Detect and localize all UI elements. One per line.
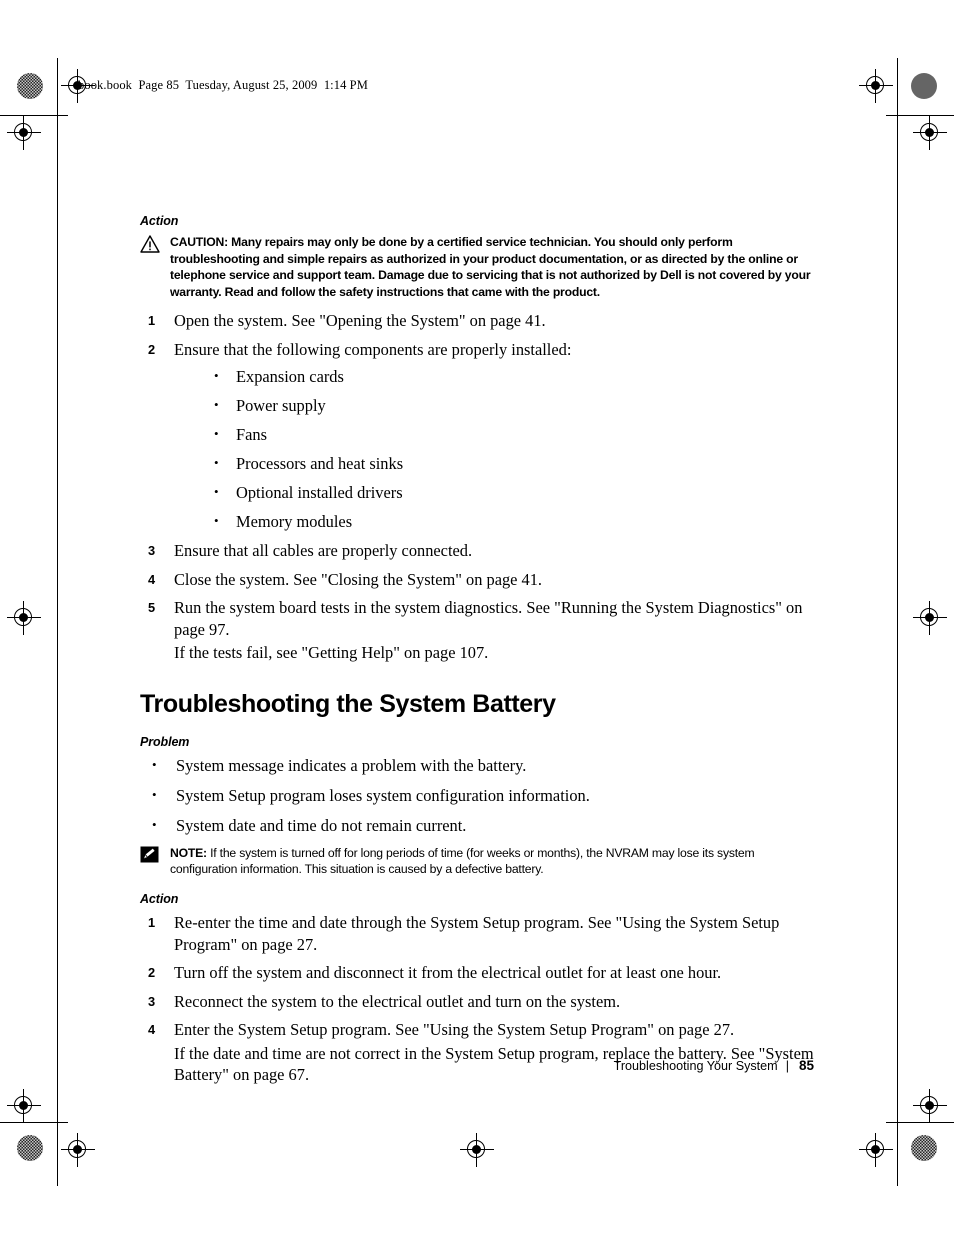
footer-separator: | xyxy=(785,1059,789,1073)
caution-body: Many repairs may only be done by a certi… xyxy=(170,235,811,299)
step-text: Ensure that all cables are properly conn… xyxy=(174,541,473,561)
step-text: Open the system. See "Opening the System… xyxy=(174,311,546,331)
step-text: Close the system. See "Closing the Syste… xyxy=(174,569,543,589)
list-item: Memory modules xyxy=(174,510,815,532)
slugline: book.book Page 85 Tuesday, August 25, 20… xyxy=(78,78,368,92)
page-footer: Troubleshooting Your System | 85 xyxy=(140,1058,814,1073)
action-heading-bottom: Action xyxy=(140,892,179,907)
note-text: NOTE: If the system is turned off for lo… xyxy=(170,845,815,878)
note-body: If the system is turned off for long per… xyxy=(170,845,755,877)
step-item: 1 Re-enter the time and date through the… xyxy=(140,912,815,955)
step-number: 3 xyxy=(148,993,156,1009)
list-item: System message indicates a problem with … xyxy=(140,754,815,776)
step-number: 1 xyxy=(148,313,156,329)
list-item: Processors and heat sinks xyxy=(174,452,815,474)
list-item: Expansion cards xyxy=(174,365,815,387)
step-item: 3 Ensure that all cables are properly co… xyxy=(140,540,815,562)
step-followup-text: If the tests fail, see "Getting Help" on… xyxy=(174,643,489,663)
list-item: Optional installed drivers xyxy=(174,481,815,503)
footer-page-number: 85 xyxy=(798,1058,814,1073)
note-admonition: NOTE: If the system is turned off for lo… xyxy=(140,845,815,878)
component-bullet-list: Expansion cards Power supply Fans Proces… xyxy=(174,365,815,532)
step-text: Turn off the system and disconnect it fr… xyxy=(174,963,722,983)
step-text: Ensure that the following components are… xyxy=(174,339,572,359)
step-number: 2 xyxy=(148,341,156,357)
problem-heading: Problem xyxy=(140,734,190,749)
step-item: 3 Reconnect the system to the electrical… xyxy=(140,991,815,1013)
caution-keyword: CAUTION: xyxy=(170,235,228,249)
page-title: Troubleshooting the System Battery xyxy=(140,689,556,718)
list-item: Power supply xyxy=(174,394,815,416)
step-text: Run the system board tests in the system… xyxy=(174,598,803,639)
problem-bullet-list: System message indicates a problem with … xyxy=(140,754,815,836)
footer-chapter: Troubleshooting Your System xyxy=(613,1059,778,1073)
action-heading-top: Action xyxy=(140,214,179,228)
caution-admonition: CAUTION: Many repairs may only be done b… xyxy=(140,234,815,300)
step-text: Reconnect the system to the electrical o… xyxy=(174,991,621,1011)
action-step-list-top: 1 Open the system. See "Opening the Syst… xyxy=(140,310,815,664)
list-item: System Setup program loses system config… xyxy=(140,784,815,806)
step-text: Enter the System Setup program. See "Usi… xyxy=(174,1020,735,1040)
step-number: 3 xyxy=(148,543,156,559)
note-keyword: NOTE: xyxy=(170,845,207,860)
step-number: 1 xyxy=(148,915,156,931)
list-item: System date and time do not remain curre… xyxy=(140,814,815,836)
step-number: 5 xyxy=(148,600,156,616)
step-item: 1 Open the system. See "Opening the Syst… xyxy=(140,310,815,332)
caution-text: CAUTION: Many repairs may only be done b… xyxy=(170,234,815,300)
page-content: Action CAUTION: Many repairs may only be… xyxy=(140,214,815,1093)
step-item: 5 Run the system board tests in the syst… xyxy=(140,597,815,664)
step-number: 4 xyxy=(148,571,156,587)
step-item: 4 Close the system. See "Closing the Sys… xyxy=(140,569,815,591)
step-number: 2 xyxy=(148,965,156,981)
document-page: book.book Page 85 Tuesday, August 25, 20… xyxy=(0,0,954,1235)
warning-triangle-icon xyxy=(140,234,162,258)
step-text: Re-enter the time and date through the S… xyxy=(174,913,780,954)
step-item: 2 Ensure that the following components a… xyxy=(140,339,815,533)
step-item: 2 Turn off the system and disconnect it … xyxy=(140,962,815,984)
step-item: 4 Enter the System Setup program. See "U… xyxy=(140,1019,815,1086)
step-number: 4 xyxy=(148,1022,156,1038)
pencil-note-icon xyxy=(140,845,162,868)
list-item: Fans xyxy=(174,423,815,445)
